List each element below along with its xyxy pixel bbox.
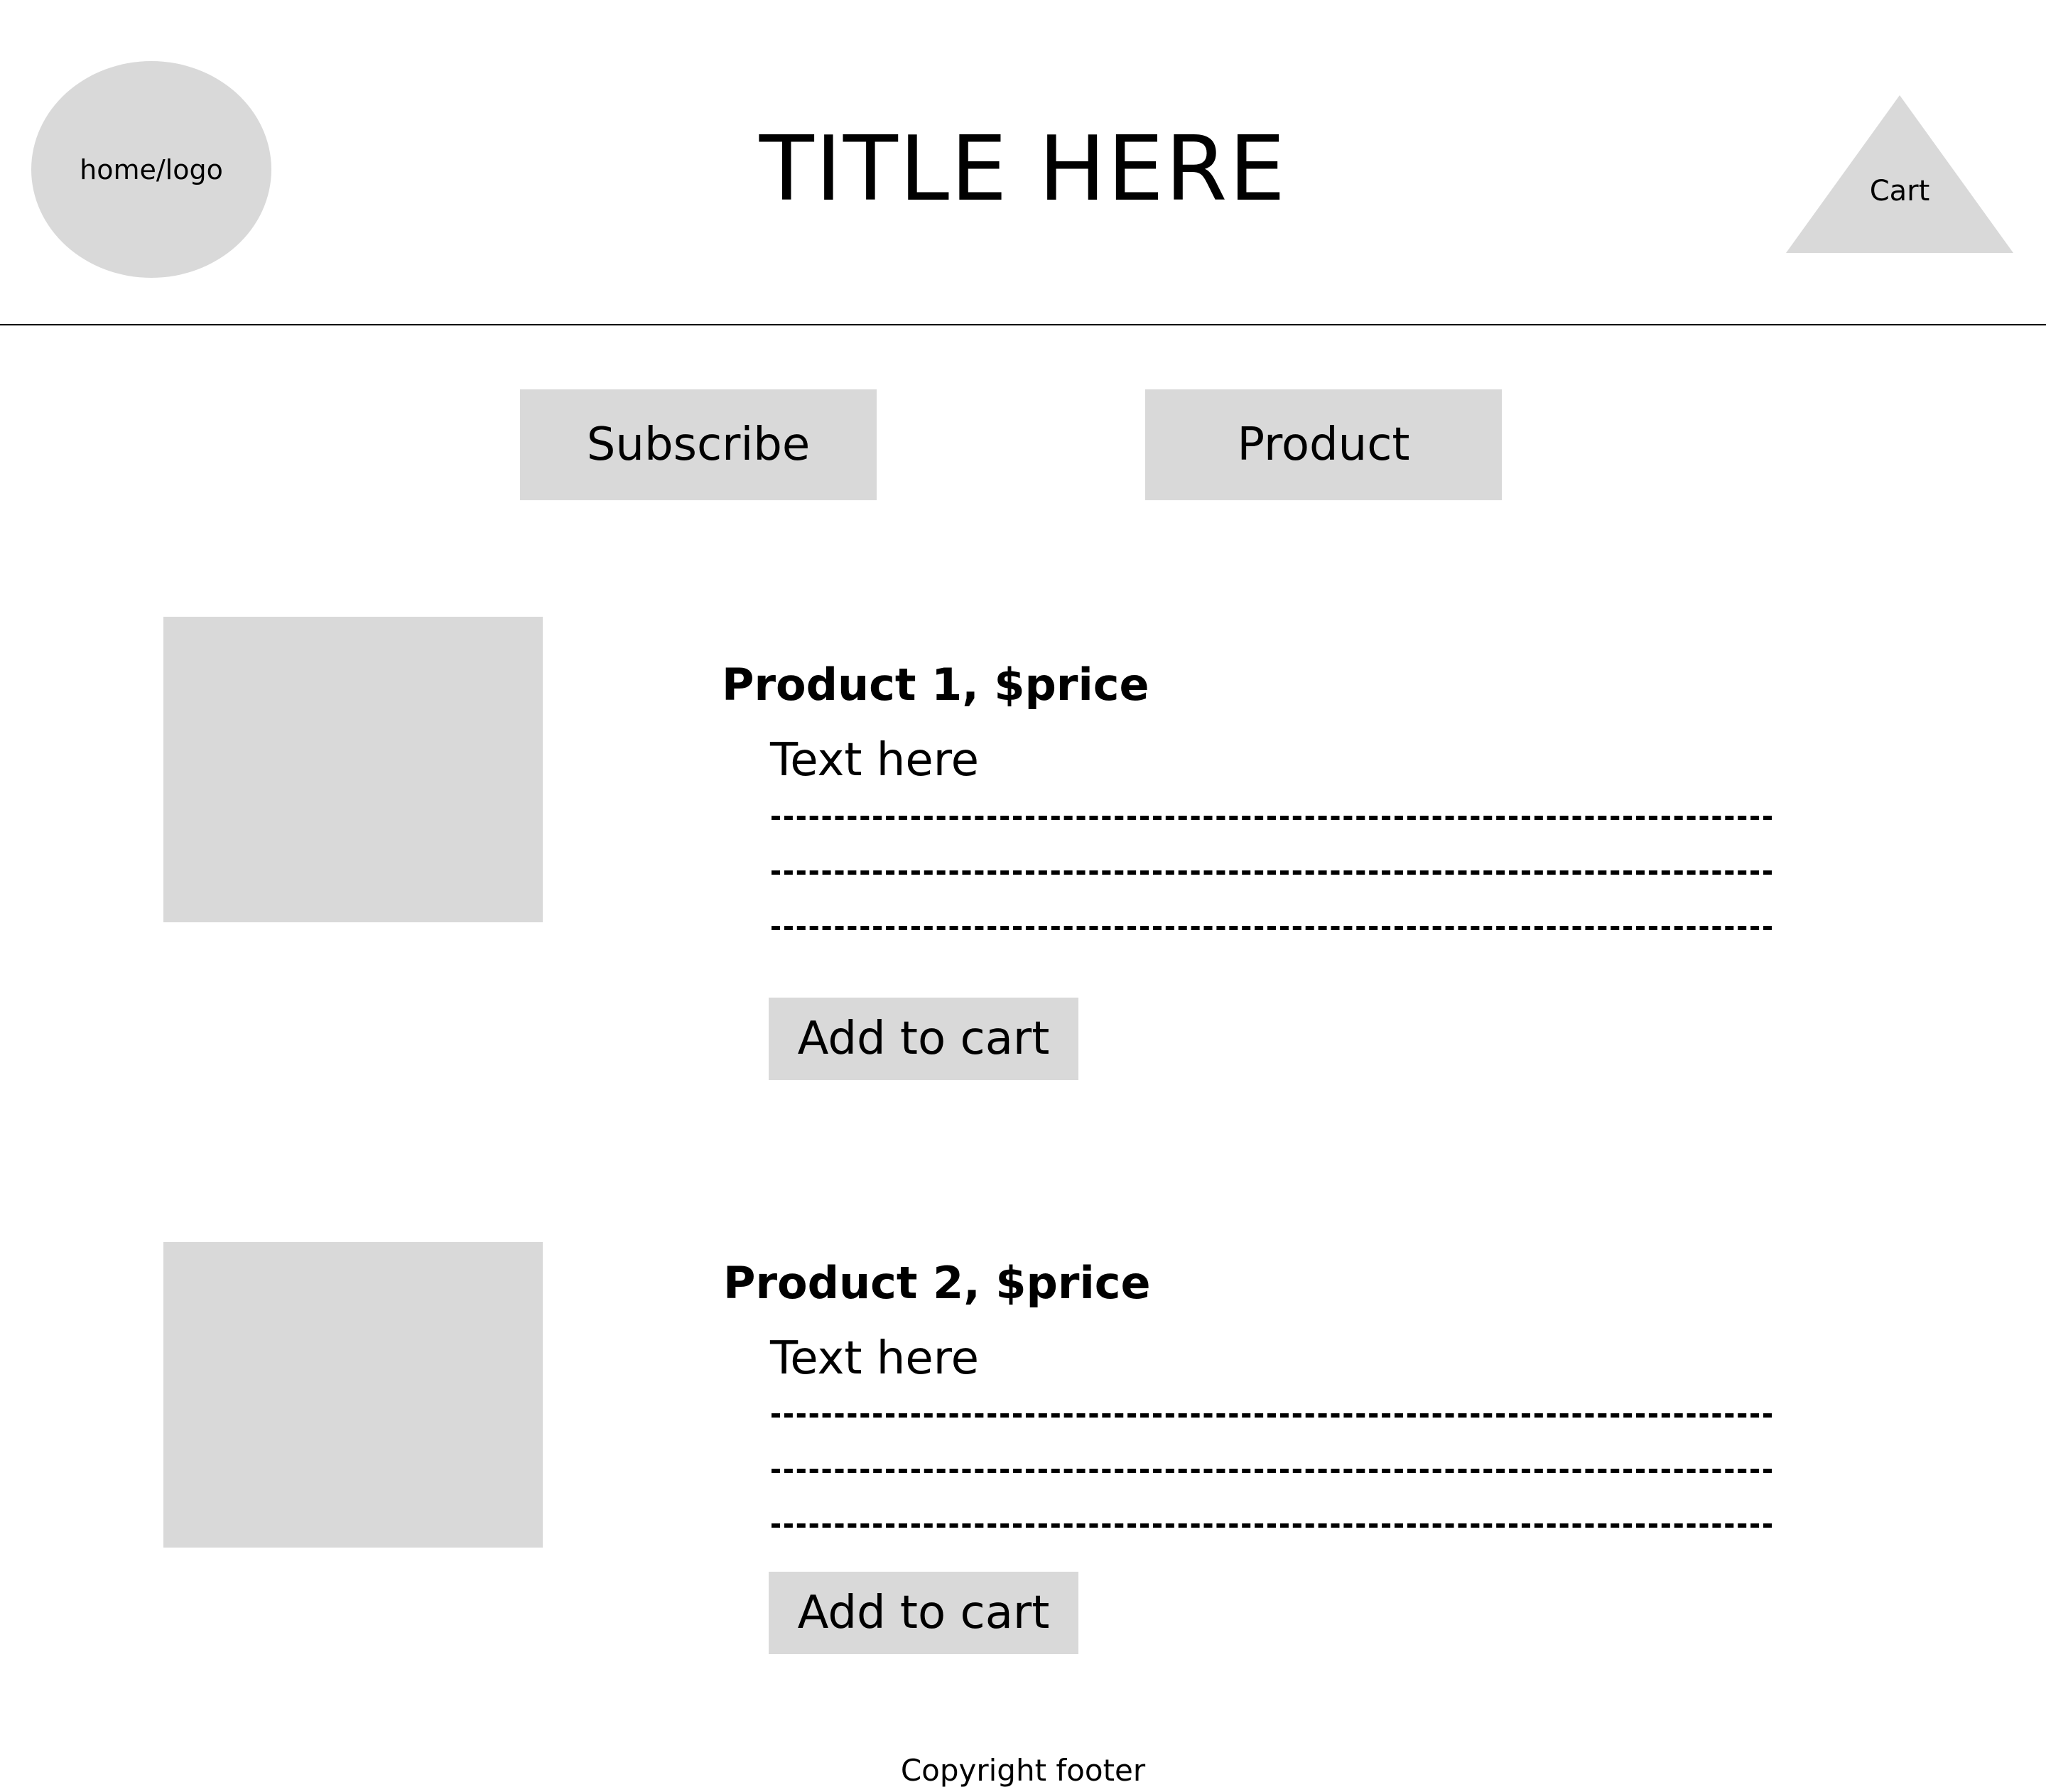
product-2-name: Product 2, $price <box>723 1257 1151 1309</box>
page-title: TITLE HERE <box>759 117 1287 221</box>
add-to-cart-label: Add to cart <box>797 1587 1050 1639</box>
product-2-text-line <box>772 1469 1772 1473</box>
product-2-add-to-cart-button[interactable]: Add to cart <box>769 1572 1078 1654</box>
cart-label: Cart <box>1869 175 1930 207</box>
product-2-image <box>163 1242 543 1548</box>
copyright-footer: Copyright footer <box>900 1753 1146 1788</box>
product-1-add-to-cart-button[interactable]: Add to cart <box>769 998 1078 1080</box>
add-to-cart-label: Add to cart <box>797 1013 1050 1065</box>
product-2-text-line <box>772 1413 1772 1418</box>
header-divider <box>0 324 2046 325</box>
product-1-text-line <box>772 870 1772 875</box>
product-1-name: Product 1, $price <box>722 659 1149 711</box>
subscribe-button[interactable]: Subscribe <box>520 389 877 500</box>
cart-triangle-icon <box>1786 95 2013 253</box>
product-1-text: Text here <box>770 734 979 787</box>
product-1-text-line <box>772 816 1772 820</box>
product-1-image <box>163 617 543 922</box>
product-nav-button[interactable]: Product <box>1145 389 1502 500</box>
subscribe-button-label: Subscribe <box>586 419 811 471</box>
cart-button[interactable]: Cart <box>1786 95 2013 253</box>
product-2-text: Text here <box>770 1332 979 1385</box>
product-2-text-line <box>772 1523 1772 1528</box>
product-nav-button-label: Product <box>1237 419 1410 471</box>
product-1-text-line <box>772 926 1772 930</box>
